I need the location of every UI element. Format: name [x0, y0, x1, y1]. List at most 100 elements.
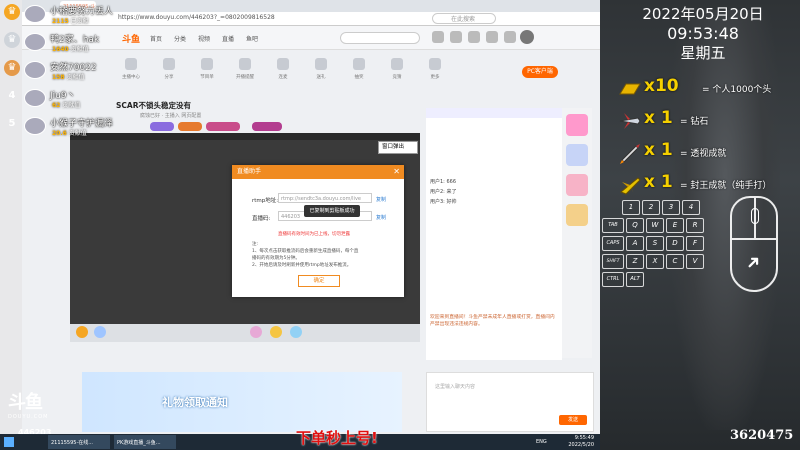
player-header — [70, 133, 420, 140]
avatar — [24, 61, 46, 79]
reward-qty: x 1 — [644, 172, 673, 192]
key-a: A — [626, 236, 644, 251]
download-icon[interactable] — [468, 31, 480, 43]
reward-row: x 1 = 透视成就 — [616, 140, 800, 166]
system-clock[interactable]: 9:55:49 2022/5/20 — [568, 435, 594, 449]
reward-qty: x 1 — [644, 108, 673, 128]
avatar — [24, 89, 46, 107]
room-subtitle: 腐蚀已好 · 主播入 网页配置 — [140, 113, 202, 119]
reward-qty: x10 — [644, 76, 679, 96]
gift-badge[interactable] — [250, 326, 262, 338]
key-3: 3 — [662, 200, 680, 215]
gift-badge[interactable] — [94, 326, 106, 338]
nav-item-fishbar[interactable]: 鱼吧 — [246, 34, 258, 43]
quiz-icon — [391, 58, 403, 70]
toolbar-item[interactable]: 抽奖 — [344, 56, 374, 88]
key-s: S — [646, 236, 664, 251]
room-tag[interactable] — [150, 122, 174, 131]
copy-rtmp-link[interactable]: 复制 — [376, 196, 386, 203]
mouse-overlay: ➜ — [730, 196, 778, 292]
chat-notice: 欢迎来到直播间！斗鱼严禁未成年人直播或打赏，直播间内严禁出现违法违规内容。 — [430, 315, 555, 327]
key-caps: CAPS — [602, 236, 624, 251]
reward-row: x 1 = 钻石 — [616, 108, 800, 134]
windows-start-icon[interactable] — [4, 437, 14, 447]
plane-icon — [619, 113, 641, 129]
activity-banner[interactable] — [566, 114, 588, 136]
key-q: Q — [626, 218, 644, 233]
room-tag[interactable] — [178, 122, 202, 131]
key-x: X — [646, 254, 664, 269]
arrow-down-left-icon: ➜ — [740, 249, 767, 276]
gift-badge[interactable] — [76, 326, 88, 338]
popout-button[interactable]: 窗口弹出 — [378, 141, 418, 154]
key-4: 4 — [682, 200, 700, 215]
toolbar-item[interactable]: 主播中心 — [116, 56, 146, 88]
follow-icon[interactable] — [450, 31, 462, 43]
ok-button[interactable]: 确定 — [298, 275, 340, 287]
broadcast-icon[interactable] — [504, 31, 516, 43]
gift-badge[interactable] — [290, 326, 302, 338]
note-line: 1、每次点击获取推流码后会重新生成直播码，每个直 — [252, 249, 359, 254]
donor-amount: 1640 贡献值 — [52, 46, 89, 53]
more-icon — [429, 58, 441, 70]
gift-icon — [315, 58, 327, 70]
toolbar-item[interactable]: 节目单 — [192, 56, 222, 88]
close-icon[interactable]: ✕ — [393, 165, 400, 179]
activity-banner[interactable] — [566, 204, 588, 226]
toolbar-item[interactable]: 开播提醒 — [230, 56, 260, 88]
room-tag[interactable] — [252, 122, 282, 131]
dialog-header: 直播助手 ✕ — [232, 165, 404, 179]
note-line: 注: — [252, 242, 259, 247]
nav-item-home[interactable]: 首页 — [150, 34, 162, 43]
clock-weekday: 星期五 — [680, 44, 726, 62]
browser-search-box[interactable]: 在此搜索 — [432, 13, 496, 24]
toolbar-item[interactable]: 更多 — [420, 56, 450, 88]
nav-item-live[interactable]: 直播 — [222, 34, 234, 43]
douyu-logo: 斗鱼 DOUYU.COM — [8, 392, 49, 420]
pc-client-button[interactable]: PC客户端 — [522, 66, 558, 78]
key-r: R — [686, 218, 704, 233]
taskbar-task[interactable]: 21115595-在线... — [48, 435, 110, 449]
rtmp-label: rtmp地址: — [252, 198, 279, 204]
nav-item-video[interactable]: 视频 — [198, 34, 210, 43]
rtmp-field[interactable]: rtmp://sendtc3a.douyu.com/live — [278, 193, 372, 203]
toolbar-item[interactable]: 分享 — [154, 56, 184, 88]
chat-message: 用户1: 666 — [430, 179, 456, 185]
gift-badge[interactable] — [270, 326, 282, 338]
chat-message: 用户3: 好帅 — [430, 199, 457, 205]
toolbar-item[interactable]: 送礼 — [306, 56, 336, 88]
key-f: F — [686, 236, 704, 251]
donor-amount: 158 贡献值 — [52, 74, 85, 81]
reward-row: x 1 = 封王成就（纯手打） — [616, 172, 800, 198]
message-icon[interactable] — [486, 31, 498, 43]
toolbar-item[interactable]: 连麦 — [268, 56, 298, 88]
site-logo[interactable]: 斗鱼 — [122, 32, 140, 45]
room-tag[interactable] — [206, 122, 240, 131]
nav-item-category[interactable]: 分类 — [174, 34, 186, 43]
avatar — [24, 33, 46, 51]
activity-banner[interactable] — [566, 174, 588, 196]
reward-qty: x 1 — [644, 140, 673, 160]
gift-notice-banner[interactable]: 礼物领取通知 — [82, 372, 402, 432]
key-shift: SHIFT — [602, 254, 624, 269]
history-icon[interactable] — [432, 31, 444, 43]
send-button[interactable]: 发送 — [559, 415, 587, 425]
taskbar-task[interactable]: PK游戏直播_斗鱼... — [114, 435, 176, 449]
activity-banner[interactable] — [566, 144, 588, 166]
copy-code-link[interactable]: 复制 — [376, 214, 386, 221]
user-avatar[interactable] — [520, 30, 534, 44]
reward-row: x10 = 个人1000个头 — [616, 76, 800, 102]
input-language[interactable]: ENG — [536, 439, 547, 445]
gold-bar-icon — [619, 83, 641, 95]
mouse-wheel-icon — [751, 208, 759, 224]
site-search-input[interactable] — [340, 32, 420, 44]
stream-id: 3620475 — [730, 428, 794, 443]
key-z: Z — [626, 254, 644, 269]
key-d: D — [666, 236, 684, 251]
rank-number: 4 — [8, 90, 16, 101]
url-text[interactable]: https://www.douyu.com/446203?_=080200981… — [118, 14, 275, 21]
toolbar-item[interactable]: 竞猜 — [382, 56, 412, 88]
donor-row: 5 小猴子守护漏泽 20.6 贡献值 — [0, 114, 120, 138]
key-2: 2 — [642, 200, 660, 215]
chat-input-area[interactable]: 这里输入聊天内容 发送 — [426, 372, 594, 432]
